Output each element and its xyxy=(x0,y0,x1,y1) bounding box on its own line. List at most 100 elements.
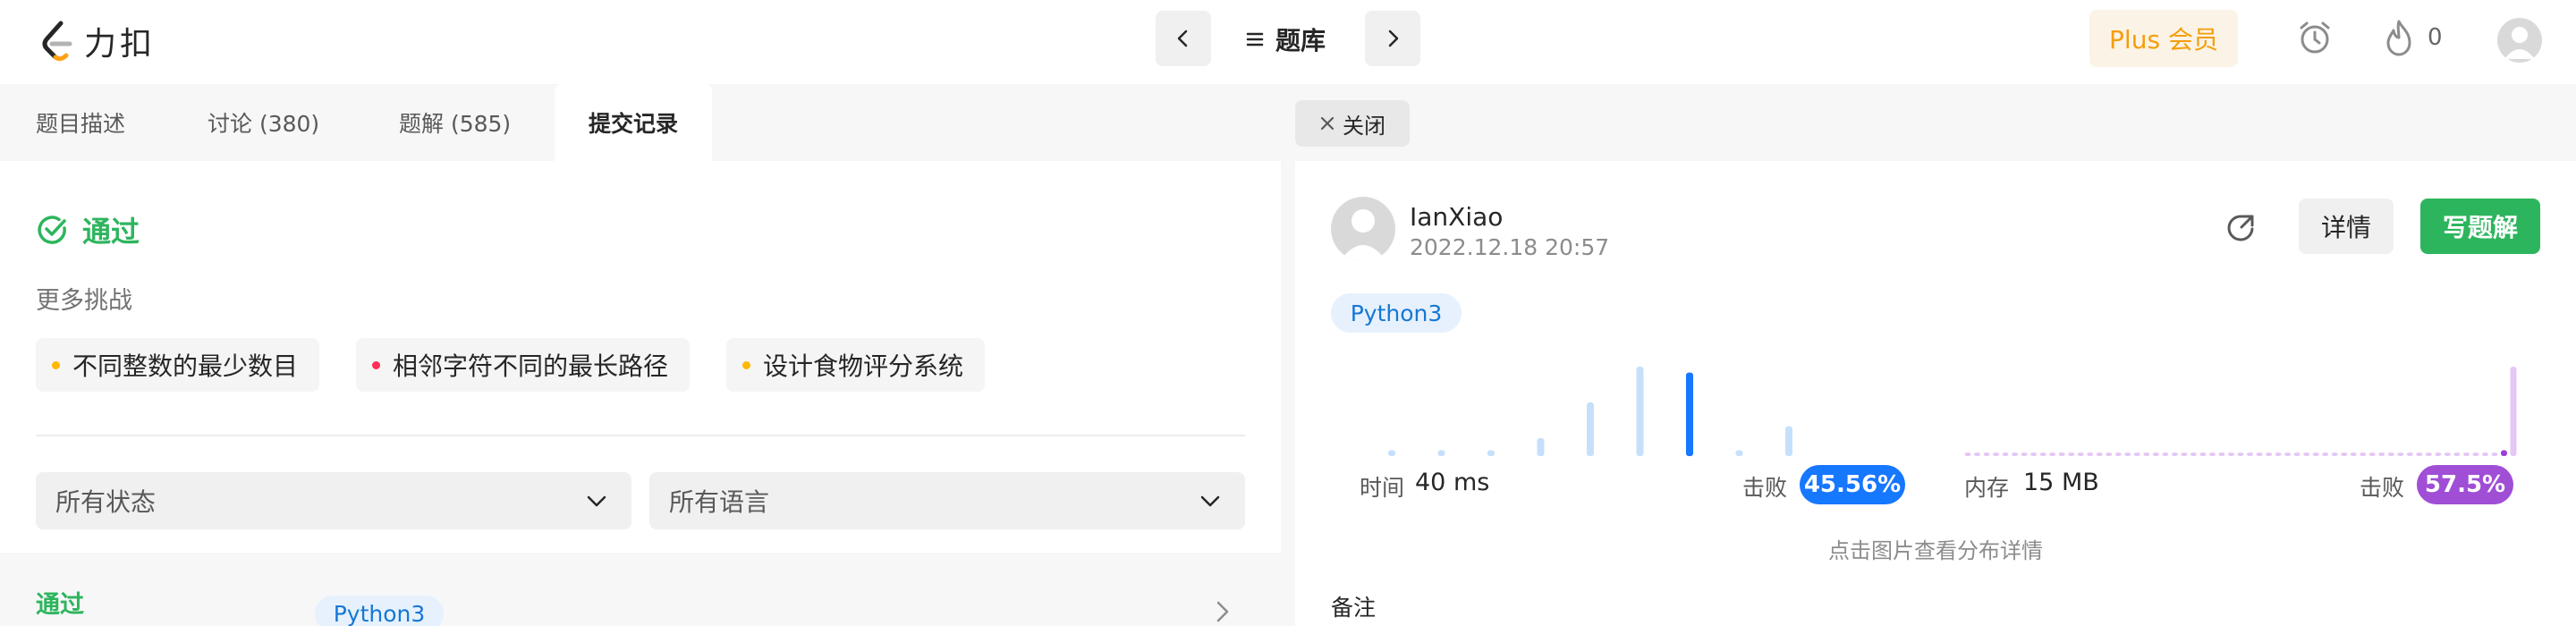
write-solution-button[interactable]: 写题解 xyxy=(2420,199,2540,254)
submission-row[interactable]: 通过 Python3 xyxy=(0,553,1281,626)
section-divider xyxy=(36,435,1245,436)
result-status-text: 通过 xyxy=(82,215,140,249)
tab-discussion[interactable]: 讨论 (380) xyxy=(208,84,319,161)
distribution-bar xyxy=(2133,453,2140,456)
distribution-bar xyxy=(2199,453,2207,456)
distribution-bar xyxy=(2435,453,2442,456)
distribution-bar xyxy=(1964,453,1971,456)
close-icon xyxy=(1320,116,1335,131)
user-avatar[interactable] xyxy=(2497,18,2542,63)
streak-counter[interactable]: 0 xyxy=(2383,18,2443,57)
distribution-bar xyxy=(2472,453,2479,456)
challenge-title: 不同整数的最少数目 xyxy=(72,351,299,381)
distribution-bar xyxy=(1537,438,1545,456)
distribution-bar xyxy=(2368,453,2376,456)
runtime-value: 40 ms xyxy=(1415,469,1490,496)
chevron-down-icon xyxy=(1200,495,1220,507)
check-circle-icon xyxy=(38,216,66,244)
tab-label: 题目描述 xyxy=(36,111,126,137)
runtime-distribution-chart[interactable] xyxy=(1342,358,1914,456)
memory-beat-badge: 57.5% xyxy=(2417,465,2513,504)
submission-language-tag: Python3 xyxy=(1331,293,1462,333)
submitter-avatar xyxy=(1331,197,1395,261)
challenge-title: 设计食物评分系统 xyxy=(763,351,964,381)
memory-label: 内存 xyxy=(1964,475,2010,501)
logo-text: 力扣 xyxy=(84,26,157,63)
distribution-bar xyxy=(2247,453,2254,456)
distribution-bar xyxy=(2378,453,2385,456)
distribution-bar xyxy=(2068,453,2075,456)
distribution-bar xyxy=(2208,453,2216,456)
distribution-bar xyxy=(2002,453,2009,456)
distribution-bar xyxy=(2152,453,2159,456)
tab-label: 讨论 (380) xyxy=(208,111,320,137)
distribution-bar xyxy=(1785,426,1792,456)
distribution-bar xyxy=(1487,450,1495,456)
distribution-bar xyxy=(2397,453,2404,456)
distribution-bar xyxy=(2312,453,2319,456)
language-filter-value: 所有语言 xyxy=(669,487,770,517)
distribution-bar xyxy=(2341,453,2348,456)
details-button[interactable]: 详情 xyxy=(2299,199,2394,254)
plus-label: Plus 会员 xyxy=(2109,25,2218,55)
distribution-bar xyxy=(2021,453,2028,456)
challenge-chip[interactable]: 不同整数的最少数目 xyxy=(36,338,320,392)
distribution-bar xyxy=(2331,453,2338,456)
distribution-bar xyxy=(2481,453,2488,456)
right-tab-bar xyxy=(1295,84,2576,161)
share-icon[interactable] xyxy=(2224,209,2259,249)
memory-distribution-chart[interactable] xyxy=(1959,358,2522,456)
challenge-chip[interactable]: 相邻字符不同的最长路径 xyxy=(356,338,691,392)
problem-list-title: 题库 xyxy=(1275,26,1326,55)
tab-submissions[interactable]: 提交记录 xyxy=(555,84,712,161)
distribution-bar xyxy=(2030,453,2038,456)
prev-problem-button[interactable] xyxy=(1156,11,1211,66)
submitter-username: IanXiao xyxy=(1410,202,1504,232)
distribution-bar xyxy=(1388,450,1395,456)
distribution-bar xyxy=(2162,453,2169,456)
chevron-down-icon xyxy=(587,495,606,507)
distribution-bar xyxy=(2114,453,2122,456)
top-bar: 力扣 题库 Plus 会员 0 xyxy=(0,0,2576,82)
chevron-right-icon xyxy=(1216,601,1229,622)
submission-row-language: Python3 xyxy=(315,596,444,626)
distribution-bar xyxy=(2171,453,2178,456)
distribution-bar xyxy=(2416,453,2423,456)
distribution-bar xyxy=(2058,453,2065,456)
distribution-bar xyxy=(2387,453,2394,456)
plus-membership-button[interactable]: Plus 会员 xyxy=(2089,10,2238,67)
memory-value: 15 MB xyxy=(2023,469,2099,496)
fire-icon xyxy=(2386,20,2411,56)
distribution-bar xyxy=(2425,453,2432,456)
problem-list-link[interactable]: 题库 xyxy=(1245,21,1326,57)
distribution-bar xyxy=(2510,367,2517,456)
runtime-beat-badge: 45.56% xyxy=(1800,465,1905,504)
tab-solutions[interactable]: 题解 (585) xyxy=(399,84,511,161)
distribution-bar xyxy=(2360,453,2367,456)
distribution-bar xyxy=(2181,453,2188,456)
left-tab-bar: 题目描述 讨论 (380) 题解 (585) 提交记录 xyxy=(0,84,1281,161)
alarm-icon[interactable] xyxy=(2295,18,2334,61)
distribution-bar xyxy=(2293,453,2301,456)
challenge-title: 相邻字符不同的最长路径 xyxy=(393,351,669,381)
tab-description[interactable]: 题目描述 xyxy=(36,84,125,161)
distribution-bar xyxy=(2012,453,2019,456)
tab-label: 题解 (585) xyxy=(399,111,512,137)
distribution-bar xyxy=(2039,453,2046,456)
status-filter-select[interactable]: 所有状态 xyxy=(36,472,631,529)
details-button-label: 详情 xyxy=(2320,213,2371,242)
leetcode-logo-icon xyxy=(42,21,72,62)
distribution-bar xyxy=(2049,453,2056,456)
language-filter-select[interactable]: 所有语言 xyxy=(649,472,1245,529)
distribution-bar xyxy=(2275,453,2282,456)
distribution-bar xyxy=(2284,453,2292,456)
streak-count: 0 xyxy=(2428,24,2443,51)
next-problem-button[interactable] xyxy=(1365,11,1420,66)
submission-timestamp: 2022.12.18 20:57 xyxy=(1410,234,1610,260)
challenge-chip[interactable]: 设计食物评分系统 xyxy=(726,338,986,392)
distribution-bar xyxy=(2143,453,2150,456)
logo[interactable]: 力扣 xyxy=(39,16,156,66)
distribution-bar xyxy=(2087,453,2094,456)
panel-divider[interactable] xyxy=(1281,84,1295,626)
close-tab-button[interactable]: 关闭 xyxy=(1295,100,1410,147)
